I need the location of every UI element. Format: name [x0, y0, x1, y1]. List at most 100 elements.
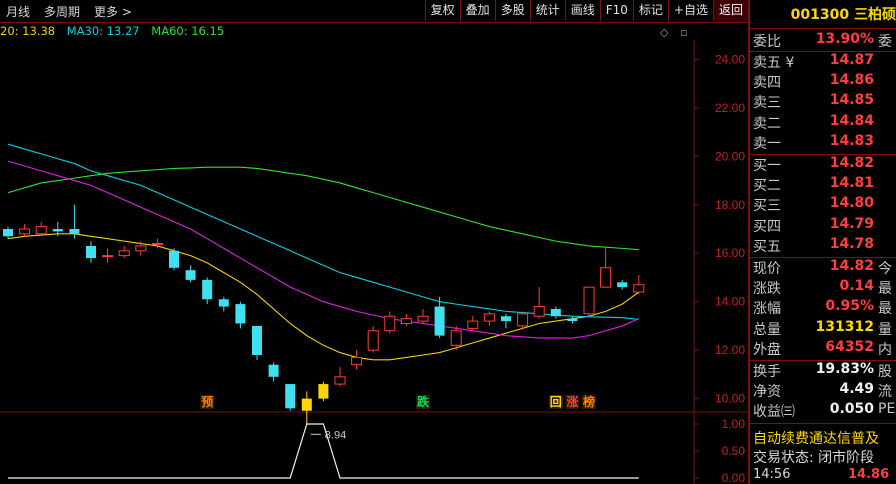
candle-body: [517, 313, 529, 327]
candle-body: [467, 320, 479, 329]
sell-level-5: 卖五 ¥ 14.87: [753, 52, 896, 71]
stat2-0-value: 19.83%: [815, 361, 874, 377]
weibi-label: 委比: [753, 34, 781, 50]
stat-1: 涨跌 0.14 最: [753, 278, 896, 297]
period-tabs: 月线 多周期 更多 >: [0, 0, 140, 22]
mark-button[interactable]: 标记: [632, 0, 668, 21]
divider: [750, 422, 896, 424]
buy-level-2-value: 14.81: [829, 175, 874, 192]
square-icon[interactable]: ▫: [680, 26, 687, 39]
ma-line-ma60: [7, 166, 639, 251]
add-watchlist-button[interactable]: +自选: [667, 0, 713, 21]
candle-body: [367, 330, 379, 351]
sub-y-tick-label: 0.00: [722, 471, 746, 484]
tab-more[interactable]: 更多 >: [94, 3, 132, 20]
candle-body: [169, 250, 179, 268]
stat-2-value: 0.95%: [825, 298, 874, 315]
stat-4-tail: 内: [878, 341, 892, 358]
signal-badge: 预: [201, 395, 213, 409]
sell-level-1-value: 14.83: [829, 132, 874, 149]
candle-body: [252, 325, 262, 355]
candle-body: [400, 318, 412, 324]
stat-4: 外盘 64352 内: [753, 339, 896, 358]
weibi-tail: 委: [878, 34, 892, 50]
candle-body: [268, 364, 279, 377]
stat2-1-tail: 流: [878, 384, 892, 401]
f10-button[interactable]: F10: [599, 0, 633, 21]
candle-body: [384, 315, 396, 332]
buy-level-2: 买二 14.81: [753, 175, 896, 194]
stat-2-label: 涨幅: [753, 301, 781, 318]
statistics-button[interactable]: 统计: [529, 0, 565, 21]
restore-rights-button[interactable]: 复权: [424, 0, 460, 21]
top-toolbar: 月线 多周期 更多 > 复权 叠加 多股 统计 画线 F10 标记 +自选 返回: [0, 0, 748, 23]
sell-level-1: 卖一 14.83: [753, 133, 896, 152]
candle-body: [185, 270, 196, 280]
candle-body: [434, 306, 445, 336]
y-tick-label: 20.00: [715, 149, 745, 163]
sell-level-4-label: 卖四: [753, 75, 781, 92]
sell-level-4: 卖四 14.86: [753, 72, 896, 91]
tick-time: 14:56: [753, 467, 791, 482]
stat-3-value: 131312: [815, 318, 874, 335]
stat2-1-label: 净资: [753, 384, 781, 401]
weibi-row: 委比 13.90% 委: [753, 31, 896, 50]
sell-level-2: 卖二 14.84: [753, 113, 896, 132]
y-tick-label: 16.00: [715, 246, 745, 260]
candle-body: [567, 318, 578, 322]
candle-body: [550, 308, 561, 317]
candle-body: [52, 229, 63, 232]
stat2-1-value: 4.49: [839, 381, 874, 398]
stock-title: 001300 三柏硕: [790, 7, 896, 23]
tab-monthly[interactable]: 月线: [6, 3, 30, 20]
back-button[interactable]: 返回: [712, 0, 748, 21]
stat-4-value: 64352: [825, 338, 874, 355]
multi-stock-button[interactable]: 多股: [494, 0, 530, 21]
sell-level-1-label: 卖一: [753, 135, 781, 152]
buy-level-2-label: 买二: [753, 178, 781, 195]
sell-level-5-label: 卖五 ¥: [753, 55, 795, 71]
sub-indicator-line: [8, 423, 639, 479]
candle-body: [318, 384, 329, 399]
y-tick-label: 22.00: [715, 101, 745, 115]
candle-body: [583, 286, 595, 315]
sell-level-3-label: 卖三: [753, 95, 781, 112]
stat2-0-label: 换手: [753, 364, 781, 380]
sell-level-2-value: 14.84: [829, 112, 874, 129]
stat2-0: 换手 19.83% 股: [753, 361, 896, 380]
stat-3: 总量 131312 量: [753, 319, 896, 338]
stat-2-tail: 最: [878, 301, 892, 318]
kline-chart[interactable]: 10.00 12.00 14.00 16.00 18.00 20.00 22.00 24.00…: [0, 40, 748, 484]
draw-line-button[interactable]: 画线: [564, 0, 600, 21]
buy-level-1-label: 买一: [753, 158, 781, 174]
ma30-label: MA30: 13.27: [66, 24, 140, 38]
buy-level-4-label: 买四: [753, 218, 781, 235]
stat-0-value: 14.82: [829, 258, 874, 274]
stat-0-tail: 今: [878, 261, 892, 277]
candle-body: [533, 306, 545, 317]
candle-body: [334, 376, 346, 385]
buy-level-3: 买三 14.80: [753, 195, 896, 214]
stat-4-label: 外盘: [753, 341, 781, 358]
buy-level-1-value: 14.82: [829, 155, 874, 171]
diamond-icon[interactable]: ◇: [660, 26, 668, 39]
notice-banner[interactable]: 自动续费通达信普及: [753, 428, 879, 448]
candle-body: [617, 282, 628, 288]
candle-body: [102, 255, 114, 258]
signal-badge: 涨: [566, 394, 578, 409]
overlay-button[interactable]: 叠加: [459, 0, 495, 21]
buy-level-3-label: 买三: [753, 198, 781, 215]
y-tick-label: 14.00: [715, 295, 745, 309]
candle-body: [202, 279, 213, 300]
signal-badge: 回: [550, 395, 562, 409]
stat-1-label: 涨跌: [753, 281, 781, 298]
tab-multi-period[interactable]: 多周期: [44, 3, 80, 20]
buy-level-5: 买五 14.78: [753, 236, 896, 255]
candle-body: [19, 228, 31, 235]
sub-y-tick-label: 0.50: [722, 444, 746, 458]
stat-0: 现价 14.82 今: [753, 258, 896, 277]
divider: [750, 28, 896, 29]
y-tick-label: 24.00: [715, 52, 745, 66]
stat-1-value: 0.14: [839, 278, 874, 295]
ma-legend: 20: 13.38 MA30: 13.27 MA60: 16.15: [0, 24, 232, 40]
